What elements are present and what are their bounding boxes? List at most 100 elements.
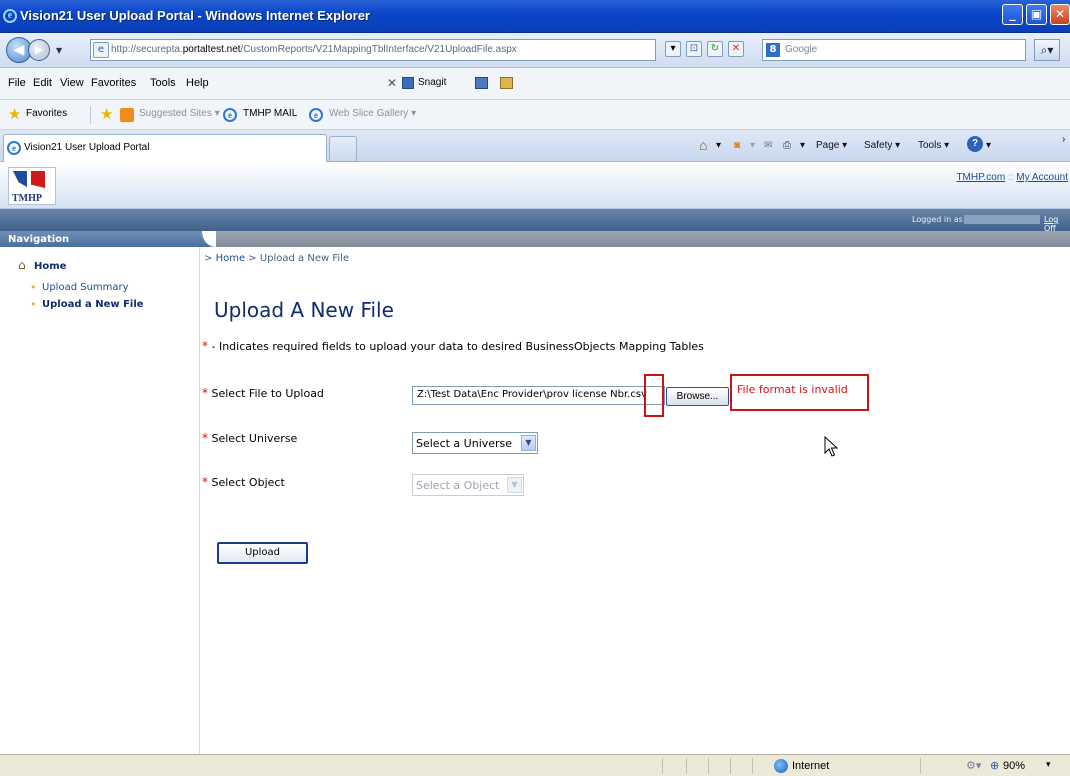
page-title: Upload A New File (214, 298, 394, 322)
my-account-link[interactable]: My Account (1016, 172, 1068, 183)
snagit-label[interactable]: Snagit (418, 77, 446, 88)
web-slice-ie-icon: e (309, 108, 323, 122)
fav-web-slice-gallery[interactable]: Web Slice Gallery ▾ (329, 108, 416, 119)
help-icon[interactable]: ? (967, 136, 983, 152)
print-dropdown-icon[interactable]: ▾ (800, 140, 805, 151)
snagit-editor-icon[interactable] (500, 77, 513, 89)
stop-icon[interactable]: ✕ (728, 41, 744, 57)
minimize-button[interactable]: _ (1002, 4, 1023, 25)
address-dropdown-icon[interactable]: ▾ (665, 41, 681, 57)
compatibility-view-icon[interactable]: ⊡ (686, 41, 702, 57)
universe-label-text: Select Universe (211, 432, 298, 445)
zoom-icon[interactable]: ⊕ (990, 759, 999, 772)
menu-tools[interactable]: Tools (150, 77, 176, 89)
menu-file[interactable]: File (8, 77, 26, 89)
object-select-value: Select a Object (416, 479, 500, 492)
nav-heading: Navigation (0, 231, 210, 247)
protected-mode-icon[interactable]: ⚙▾ (966, 759, 981, 772)
close-window-button[interactable]: ✕ (1050, 4, 1070, 25)
chevron-down-icon: ▼ (507, 477, 522, 493)
bullet-icon: • (30, 281, 37, 294)
help-dropdown-icon[interactable]: ▾ (986, 140, 991, 151)
tab-vision21[interactable]: e Vision21 User Upload Portal (3, 134, 327, 162)
required-star: * (202, 431, 208, 445)
file-label: * Select File to Upload (202, 386, 324, 400)
nav-upload-new-file[interactable]: Upload a New File (42, 299, 144, 310)
menu-favorites[interactable]: Favorites (91, 77, 136, 89)
snagit-close-icon[interactable]: ✕ (387, 76, 397, 90)
zoom-level[interactable]: 90% (1003, 760, 1025, 772)
more-commands-icon[interactable]: › (1062, 134, 1065, 145)
file-label-text: Select File to Upload (211, 387, 324, 400)
favbar-divider (90, 106, 91, 124)
address-toolbar: ◀ ▶ ▼ e http://securepta.portaltest.net/… (0, 33, 1070, 68)
maximize-button[interactable]: ▣ (1026, 4, 1047, 25)
home-icon[interactable]: ⌂ (699, 137, 707, 153)
url-text: http://securepta.portaltest.net/CustomRe… (111, 44, 517, 55)
nav-home-link[interactable]: Home (34, 261, 66, 272)
google-icon: 8 (766, 43, 780, 57)
tools-menu[interactable]: Tools ▾ (918, 140, 949, 151)
home-dropdown-icon[interactable]: ▾ (716, 140, 721, 151)
print-icon[interactable]: ⎙ (783, 140, 791, 151)
tmhp-logo[interactable]: TMHP (8, 167, 56, 205)
home-nav-icon: ⌂ (18, 258, 26, 272)
safety-menu[interactable]: Safety ▾ (864, 140, 900, 151)
menu-help[interactable]: Help (186, 77, 209, 89)
favorites-star-icon[interactable]: ★ (8, 105, 21, 123)
internet-zone-globe-icon (774, 759, 788, 773)
read-mail-icon[interactable]: ✉ (764, 140, 772, 151)
chevron-down-icon[interactable]: ▼ (521, 435, 536, 451)
universe-label: * Select Universe (202, 431, 297, 445)
upload-button[interactable]: Upload (217, 542, 308, 564)
top-links: TMHP.com :: My Account (956, 172, 1068, 183)
status-divider (752, 758, 753, 774)
tab-bar: e Vision21 User Upload Portal ⌂ ▾ ◙ ▾ ✉ … (0, 130, 1070, 162)
breadcrumb-home[interactable]: Home (216, 253, 246, 264)
object-label: * Select Object (202, 475, 285, 489)
feeds-dropdown-icon[interactable]: ▾ (750, 140, 755, 151)
favorites-button[interactable]: Favorites (26, 108, 67, 119)
universe-select[interactable]: Select a Universe ▼ (412, 432, 538, 454)
address-input[interactable]: e http://securepta.portaltest.net/Custom… (90, 39, 656, 61)
fav-tmhp-mail[interactable]: TMHP MAIL (243, 108, 297, 119)
web-content: TMHP TMHP.com :: My Account Logged in as… (0, 162, 1070, 754)
window-title: Vision21 User Upload Portal - Windows In… (20, 8, 370, 23)
forward-button[interactable]: ▶ (28, 39, 50, 61)
zoom-dropdown-icon[interactable]: ▾ (1046, 760, 1051, 770)
mouse-cursor-icon (824, 436, 838, 457)
tab-ie-icon: e (7, 141, 21, 155)
object-select[interactable]: Select a Object ▼ (412, 474, 524, 496)
tmhp-com-link[interactable]: TMHP.com (956, 172, 1005, 183)
required-star: * (202, 475, 208, 489)
search-input[interactable]: 8 Google (762, 39, 1026, 61)
browse-button[interactable]: Browse... (666, 387, 729, 406)
logged-in-label: Logged in as (912, 215, 963, 224)
logo-flag-red (31, 171, 45, 188)
status-divider (920, 758, 921, 774)
tab-label: Vision21 User Upload Portal (24, 142, 150, 153)
security-zone[interactable]: Internet (792, 760, 829, 772)
snagit-capture-icon[interactable] (475, 77, 488, 89)
page-menu[interactable]: Page ▾ (816, 140, 847, 151)
status-divider (708, 758, 709, 774)
add-favorite-icon[interactable]: ★ (100, 105, 113, 123)
search-button[interactable]: ⌕▾ (1034, 39, 1060, 61)
recent-pages-dropdown-icon[interactable]: ▼ (56, 46, 62, 55)
menu-view[interactable]: View (60, 77, 84, 89)
nav-upload-summary[interactable]: Upload Summary (42, 282, 129, 293)
refresh-icon[interactable]: ↻ (707, 41, 723, 57)
new-tab-button[interactable] (329, 136, 357, 162)
snagit-icon[interactable] (402, 77, 414, 89)
top-link-separator: :: (1005, 172, 1017, 183)
menu-edit[interactable]: Edit (33, 77, 52, 89)
status-divider (662, 758, 663, 774)
required-star: * (202, 386, 208, 400)
status-bar: Internet ⚙▾ ⊕ 90% ▾ (0, 754, 1070, 776)
universe-select-value: Select a Universe (416, 437, 513, 450)
file-path-input[interactable]: Z:\Test Data\Enc Provider\prov license N… (412, 386, 665, 405)
feeds-icon[interactable]: ◙ (734, 140, 740, 151)
nav-panel: ⌂ Home • Upload Summary • Upload a New F… (0, 247, 200, 754)
ie-logo-icon: e (3, 9, 17, 23)
fav-suggested-sites[interactable]: Suggested Sites ▾ (139, 108, 220, 119)
